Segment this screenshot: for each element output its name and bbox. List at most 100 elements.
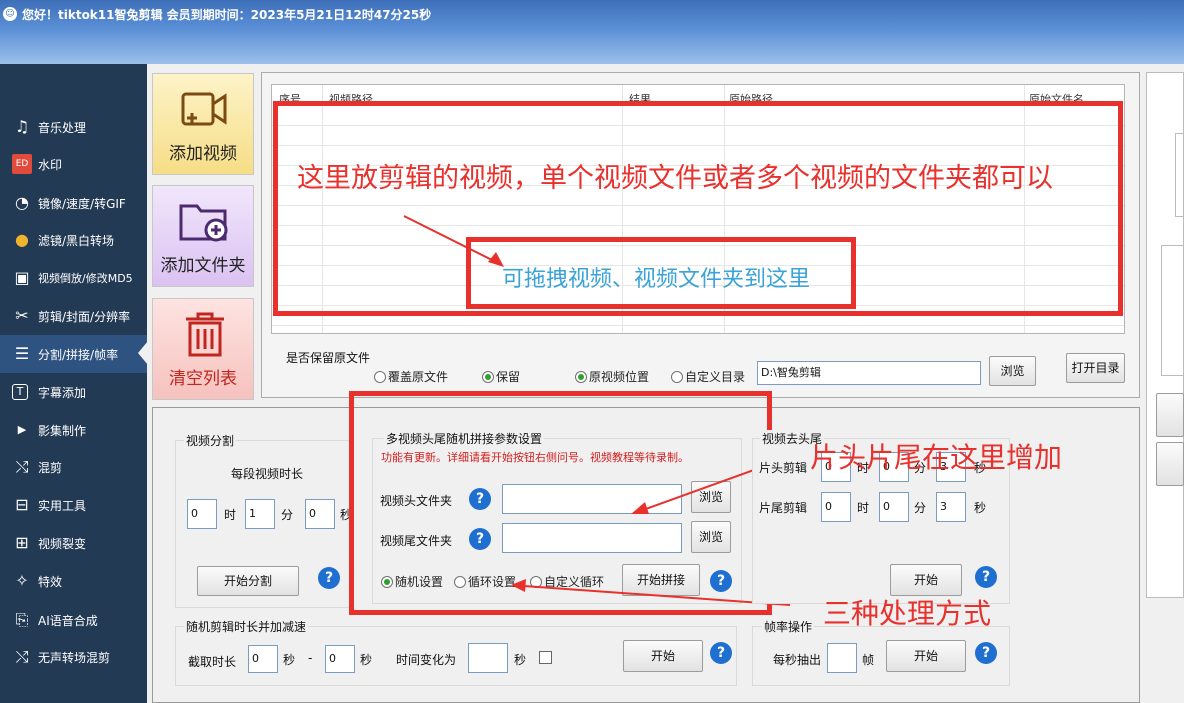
sidebar-item-filter[interactable]: ●滤镜/黑白转场 [0, 221, 147, 259]
minute-unit: 分 [281, 506, 293, 523]
tail-second-input[interactable]: 3 [936, 492, 966, 522]
sidebar-item-cut-cover[interactable]: ✂剪辑/封面/分辨率 [0, 297, 147, 335]
range-dash: - [308, 651, 312, 665]
sidebar-item-watermark[interactable]: ED水印 [0, 145, 147, 183]
window-title: 您好！tiktok11智兔剪辑 会员到期时间：2023年5月21日12时47分2… [22, 6, 431, 23]
annotation-main-text: 这里放剪辑的视频，单个视频文件或者多个视频的文件夹都可以 [297, 156, 1053, 195]
filter-icon: ● [12, 230, 32, 250]
sidebar-item-music[interactable]: ♫ 音乐处理 [0, 108, 147, 146]
tail-trim-label: 片尾剪辑 [759, 499, 807, 516]
split-icon: ☰ [12, 344, 32, 364]
sidebar-item-label: 字幕添加 [38, 384, 86, 401]
time-change-label: 时间变化为 [396, 651, 456, 668]
speed-change-checkbox[interactable] [539, 651, 552, 664]
annotation-arrow-head-tail [627, 462, 769, 520]
overwrite-radio[interactable]: 覆盖原文件 [374, 368, 448, 385]
random-cut-help-icon[interactable]: ? [710, 642, 732, 664]
radio-dot [671, 371, 683, 383]
random-cut-title: 随机剪辑时长并加减速 [184, 618, 308, 635]
split-second-input[interactable]: 0 [305, 499, 335, 529]
sidebar-item-label: 分割/拼接/帧率 [38, 346, 118, 363]
keep-original-title: 是否保留原文件 [286, 349, 370, 366]
original-location-radio[interactable]: 原视频位置 [575, 368, 649, 385]
open-dir-button[interactable]: 打开目录 [1066, 353, 1125, 383]
start-split-button[interactable]: 开始分割 [197, 566, 299, 596]
radio-dot [482, 371, 494, 383]
add-video-icon [179, 88, 229, 132]
sidebar-item-silent-mix[interactable]: ⤭无声转场混剪 [0, 638, 147, 676]
sidebar-item-label: 水印 [38, 156, 62, 173]
split-hour-input[interactable]: 0 [187, 499, 217, 529]
add-folder-button[interactable]: 添加文件夹 [152, 185, 254, 287]
active-tab-pointer [138, 341, 148, 365]
right-edge-button[interactable] [1156, 442, 1184, 486]
duration-to-input[interactable]: 0 [325, 645, 355, 673]
app-icon: ☺ [3, 7, 17, 21]
album-icon: ▶ [12, 420, 32, 440]
toolbox-icon: ⊟ [12, 495, 32, 515]
sidebar-item-label: AI语音合成 [38, 612, 98, 629]
second-unit: 秒 [283, 651, 295, 668]
sidebar-item-split-splice[interactable]: ☰ 分割/拼接/帧率 [0, 335, 147, 373]
scissors-icon: ✂ [12, 306, 32, 326]
start-random-cut-button[interactable]: 开始 [623, 640, 703, 672]
sidebar-item-label: 混剪 [38, 459, 62, 476]
sidebar-item-label: 实用工具 [38, 497, 86, 514]
minute-unit: 分 [914, 499, 926, 516]
add-video-label: 添加视频 [153, 139, 253, 164]
output-dir-input[interactable]: D:\智兔剪辑 [757, 361, 981, 385]
sidebar-item-label: 音乐处理 [38, 119, 86, 136]
head-trim-label: 片头剪辑 [759, 459, 807, 476]
keep-radio[interactable]: 保留 [482, 368, 520, 385]
split-help-icon[interactable]: ? [318, 567, 340, 589]
shuffle-icon: ⤭ [12, 457, 32, 477]
segment-duration-label: 每段视频时长 [231, 465, 303, 482]
sidebar-item-label: 视频裂变 [38, 535, 86, 552]
second-unit: 秒 [974, 499, 986, 516]
sidebar-item-label: 视频倒放/修改MD5 [38, 270, 133, 286]
add-video-button[interactable]: 添加视频 [152, 73, 254, 175]
clear-list-button[interactable]: 清空列表 [152, 298, 254, 400]
fps-help-icon[interactable]: ? [975, 642, 997, 664]
sidebar-item-label: 无声转场混剪 [38, 649, 110, 666]
overwrite-label: 覆盖原文件 [388, 368, 448, 385]
custom-dir-label: 自定义目录 [685, 368, 745, 385]
split-title: 视频分割 [184, 432, 236, 449]
sidebar-item-tools[interactable]: ⊟ 实用工具 [0, 486, 147, 524]
add-folder-label: 添加文件夹 [153, 251, 253, 276]
annotation-arrow-modes [508, 575, 793, 609]
fission-icon: ⊞ [12, 533, 32, 553]
sidebar-item-effects[interactable]: ✧特效 [0, 562, 147, 600]
sparkle-icon: ✧ [12, 571, 32, 591]
hour-unit: 时 [224, 506, 236, 523]
split-minute-input[interactable]: 1 [245, 499, 275, 529]
duration-label: 截取时长 [188, 653, 236, 670]
duration-from-input[interactable]: 0 [248, 645, 278, 673]
title-bar: ☺ 您好！tiktok11智兔剪辑 会员到期时间：2023年5月21日12时47… [0, 0, 1184, 64]
sidebar-item-mirror-speed[interactable]: ◔镜像/速度/转GIF [0, 184, 147, 222]
trash-icon [182, 311, 228, 359]
time-change-input[interactable] [468, 643, 508, 673]
browse-output-button[interactable]: 浏览 [989, 356, 1036, 386]
start-fps-button[interactable]: 开始 [886, 640, 966, 672]
music-icon: ♫ [12, 117, 32, 137]
sidebar-item-mixcut[interactable]: ⤭ 混剪 [0, 448, 147, 486]
tail-hour-input[interactable]: 0 [821, 492, 851, 522]
clear-list-label: 清空列表 [153, 364, 253, 389]
annotation-arrow-drag [400, 210, 510, 272]
sidebar-item-subtitle[interactable]: T字幕添加 [0, 373, 147, 411]
custom-dir-radio[interactable]: 自定义目录 [671, 368, 745, 385]
sidebar-item-album[interactable]: ▶影集制作 [0, 411, 147, 449]
fps-input[interactable] [827, 643, 857, 673]
right-panel-box [1161, 245, 1184, 376]
frame-unit: 帧 [862, 651, 874, 668]
right-edge-button[interactable] [1156, 393, 1184, 437]
trim-help-icon[interactable]: ? [975, 566, 997, 588]
sidebar-item-ai-voice[interactable]: ⎘AI语音合成 [0, 601, 147, 639]
sidebar-item-reverse-md5[interactable]: ▣视频倒放/修改MD5 [0, 259, 147, 297]
keep-label: 保留 [496, 368, 520, 385]
tail-minute-input[interactable]: 0 [879, 492, 909, 522]
sidebar-item-fission[interactable]: ⊞ 视频裂变 [0, 524, 147, 562]
second-unit: 秒 [514, 651, 526, 668]
add-folder-icon [178, 198, 230, 244]
